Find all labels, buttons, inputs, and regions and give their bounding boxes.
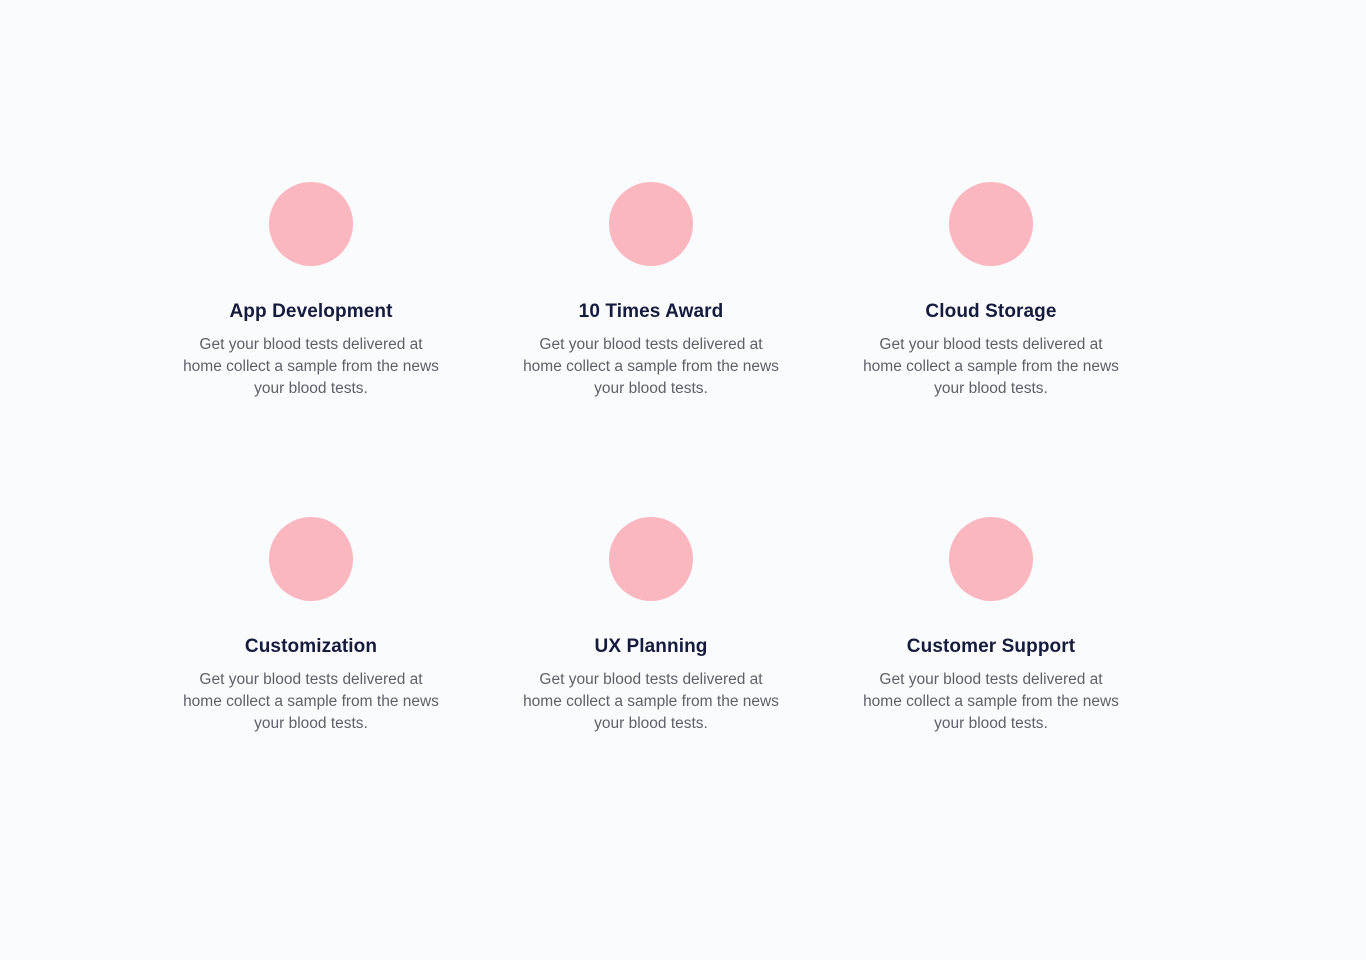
feature-card-ux-planning: UX Planning Get your blood tests deliver… <box>511 517 791 735</box>
feature-description: Get your blood tests delivered at home c… <box>183 671 439 732</box>
feature-circle-icon <box>949 182 1033 266</box>
feature-title: Customer Support <box>906 636 1076 657</box>
feature-description: Get your blood tests delivered at home c… <box>863 336 1119 397</box>
feature-title: 10 Times Award <box>578 301 724 322</box>
features-section: App Development Get your blood tests del… <box>0 0 1366 960</box>
feature-card-10-times-award: 10 Times Award Get your blood tests deli… <box>511 182 791 400</box>
feature-card-customization: Customization Get your blood tests deliv… <box>171 517 451 735</box>
feature-circle-icon <box>269 517 353 601</box>
feature-card-cloud-storage: Cloud Storage Get your blood tests deliv… <box>851 182 1131 400</box>
feature-circle-icon <box>269 182 353 266</box>
feature-description: Get your blood tests delivered at home c… <box>183 336 439 397</box>
feature-description: Get your blood tests delivered at home c… <box>523 671 779 732</box>
feature-circle-icon <box>609 182 693 266</box>
feature-title: UX Planning <box>594 636 708 657</box>
feature-circle-icon <box>949 517 1033 601</box>
feature-description: Get your blood tests delivered at home c… <box>863 671 1119 732</box>
feature-title: App Development <box>229 301 393 322</box>
feature-title: Cloud Storage <box>925 301 1057 322</box>
feature-title: Customization <box>244 636 378 657</box>
feature-description: Get your blood tests delivered at home c… <box>523 336 779 397</box>
feature-card-app-development: App Development Get your blood tests del… <box>171 182 451 400</box>
feature-circle-icon <box>609 517 693 601</box>
feature-card-customer-support: Customer Support Get your blood tests de… <box>851 517 1131 735</box>
